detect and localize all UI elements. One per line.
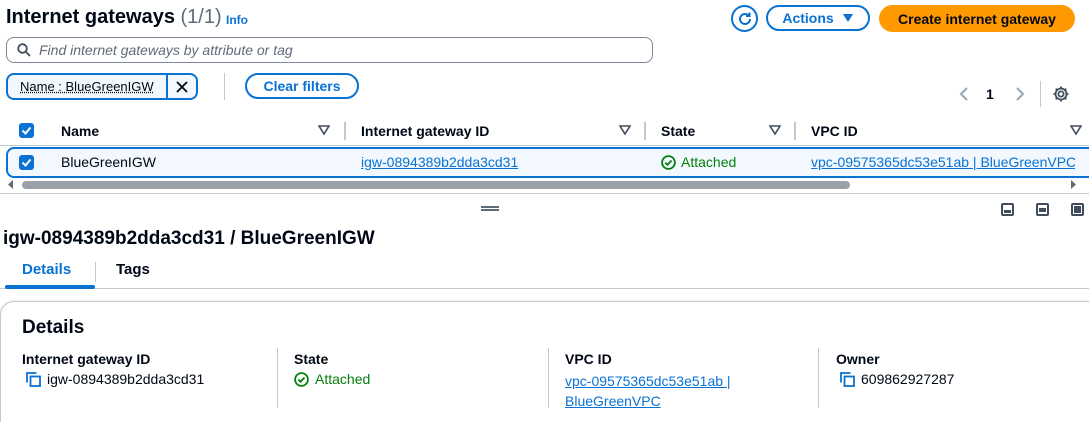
copy-icon[interactable]: [26, 371, 41, 387]
field-divider: [277, 348, 278, 408]
bottom-panel-view-icon[interactable]: [1001, 203, 1014, 216]
check-icon: [21, 126, 32, 135]
search-icon: [17, 43, 31, 57]
column-header-gateway-id[interactable]: Internet gateway ID: [361, 116, 489, 146]
owner-value: 609862927287: [840, 371, 954, 387]
tab-details[interactable]: Details: [22, 261, 71, 278]
state-text: Attached: [681, 154, 737, 170]
field-divider: [548, 348, 549, 408]
side-panel-view-icon[interactable]: [1036, 203, 1049, 216]
gear-icon[interactable]: [1052, 85, 1070, 103]
state-cell: Attached: [661, 154, 736, 170]
info-link[interactable]: Info: [226, 13, 248, 27]
gateway-id-link[interactable]: igw-0894389b2dda3cd31: [361, 154, 518, 170]
clear-filters-button[interactable]: Clear filters: [245, 73, 359, 99]
remove-filter-button[interactable]: [165, 75, 196, 98]
search-box: [6, 37, 653, 63]
select-all-checkbox[interactable]: [19, 123, 34, 138]
active-tab-indicator: [5, 285, 95, 289]
details-panel-title: Details: [22, 317, 85, 338]
gateway-id-text: igw-0894389b2dda3cd31: [47, 371, 205, 387]
column-header-name[interactable]: Name: [61, 116, 99, 146]
gateway-id-label: Internet gateway ID: [22, 351, 151, 367]
column-divider[interactable]: [794, 122, 796, 140]
vpc-id-link[interactable]: vpc-09575365dc53e51ab | BlueGreenVPC: [811, 154, 1075, 170]
filter-token: Name : BlueGreenIGW: [6, 73, 198, 100]
scroll-right-icon[interactable]: [1071, 180, 1077, 189]
column-header-vpc-id[interactable]: VPC ID: [811, 116, 858, 146]
column-divider[interactable]: [644, 122, 646, 140]
status-success-icon: [294, 371, 309, 387]
detail-title: igw-0894389b2dda3cd31 / BlueGreenIGW: [3, 228, 375, 249]
pager-divider: [1040, 81, 1041, 107]
vpc-id-value: vpc-09575365dc53e51ab | BlueGreenVPC: [565, 371, 731, 411]
refresh-icon: [738, 12, 751, 25]
search-input[interactable]: [39, 42, 639, 58]
sort-icon[interactable]: [619, 124, 631, 136]
page-number[interactable]: 1: [986, 86, 994, 102]
state-value: Attached: [294, 371, 370, 387]
status-success-icon: [661, 154, 676, 170]
page-title-text: Internet gateways: [6, 6, 175, 28]
refresh-button[interactable]: [731, 5, 758, 32]
sort-icon[interactable]: [1070, 124, 1082, 136]
sort-icon[interactable]: [769, 124, 781, 136]
column-header-state[interactable]: State: [661, 116, 695, 146]
scroll-left-icon[interactable]: [8, 180, 14, 189]
owner-text: 609862927287: [861, 371, 955, 387]
next-page-icon[interactable]: [1014, 86, 1026, 102]
table-header: Name Internet gateway ID State VPC ID: [0, 116, 1089, 146]
actions-label: Actions: [782, 10, 834, 26]
state-label: State: [294, 351, 329, 367]
filter-token-label[interactable]: Name : BlueGreenIGW: [8, 79, 166, 94]
resize-handle-icon[interactable]: [481, 206, 499, 211]
caret-down-icon: [842, 14, 853, 22]
sort-icon[interactable]: [318, 124, 330, 136]
full-panel-view-icon[interactable]: [1071, 203, 1084, 216]
split-panel-divider: [0, 193, 1089, 194]
gateway-id-value: igw-0894389b2dda3cd31: [26, 371, 204, 387]
copy-icon[interactable]: [840, 371, 855, 387]
tab-divider: [95, 262, 96, 282]
owner-label: Owner: [836, 351, 880, 367]
close-icon: [176, 80, 188, 93]
previous-page-icon[interactable]: [958, 86, 970, 102]
create-internet-gateway-button[interactable]: Create internet gateway: [879, 5, 1075, 32]
filter-divider: [224, 73, 225, 100]
check-icon: [21, 158, 32, 167]
actions-button[interactable]: Actions: [766, 5, 870, 31]
page-title: Internet gateways (1/1): [6, 6, 222, 29]
scrollbar-thumb[interactable]: [22, 181, 850, 189]
tab-tags[interactable]: Tags: [116, 261, 150, 278]
details-panel: [0, 301, 1089, 422]
item-count: (1/1): [180, 6, 222, 28]
row-name: BlueGreenIGW: [61, 154, 156, 170]
vpc-id-link-line1[interactable]: vpc-09575365dc53e51ab |: [565, 371, 731, 391]
state-value-text: Attached: [315, 371, 371, 387]
column-divider[interactable]: [344, 122, 346, 140]
vpc-id-label: VPC ID: [565, 351, 612, 367]
field-divider: [818, 348, 819, 408]
tabs-border: [0, 288, 1089, 289]
vpc-id-link-line2[interactable]: BlueGreenVPC: [565, 391, 731, 411]
row-checkbox[interactable]: [19, 155, 34, 170]
